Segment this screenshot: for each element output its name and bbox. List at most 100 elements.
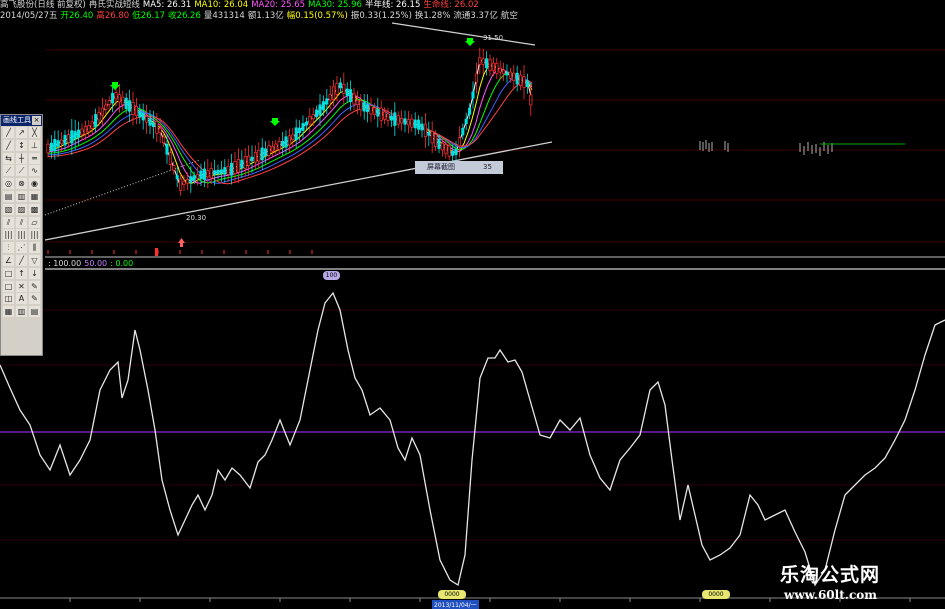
candle-body [216,169,220,175]
drawing-tool-button-29[interactable]: ⫼ [29,242,40,254]
candle-body [270,146,274,152]
drawing-tool-button-27[interactable]: ⫶ [3,242,14,254]
candle-body [226,165,230,175]
drawing-tool-button-43[interactable]: ▥ [16,306,27,318]
stock-chart-canvas[interactable] [0,0,945,609]
candle-body [206,170,210,178]
candle-body [179,178,183,191]
candle-body [338,82,342,89]
drawing-tool-button-14[interactable]: ◉ [29,178,40,190]
drawing-tool-button-28[interactable]: ⋰ [16,242,27,254]
drawing-tool-button-22[interactable]: ⫽ [16,216,27,228]
candle-body [485,58,489,69]
toolbox-titlebar[interactable]: 画线工具 × [1,115,42,126]
candle-body [196,173,200,179]
drawing-tool-button-36[interactable]: □ [3,280,14,292]
drawing-tool-button-13[interactable]: ⊗ [16,178,27,190]
toolbox-title: 画线工具 [3,116,31,124]
drawing-tool-button-25[interactable]: ||| [16,229,27,241]
candle-body [63,135,67,146]
drawing-tool-button-32[interactable]: ▽ [29,254,40,266]
drawing-tool-button-44[interactable]: ▤ [29,306,40,318]
candle-body [332,86,336,100]
candle-body [70,130,74,144]
candle-body [155,121,159,134]
candle-body [294,127,298,141]
candle-body [512,72,516,81]
candle-body [315,109,319,118]
candle-body [505,71,509,76]
candle-body [417,119,421,130]
drawing-tool-button-10[interactable]: ⟋ [16,165,27,177]
drawing-tool-button-31[interactable]: ╱ [16,254,27,266]
drawing-tool-button-6[interactable]: ⇆ [3,152,14,164]
candle-body [49,142,53,151]
drawing-tool-button-2[interactable]: ╳ [29,127,40,138]
candle-body [301,123,305,131]
drawing-tool-button-19[interactable]: ▨ [16,203,27,215]
candle-body [349,89,353,103]
candle-body [478,57,482,65]
drawing-tool-button-40[interactable]: A [16,293,27,305]
drawing-tool-button-37[interactable]: ✕ [16,280,27,292]
drawing-tool-button-35[interactable]: ↓ [29,267,40,279]
drawing-tool-button-15[interactable]: ▤ [3,190,14,202]
candle-body [515,72,519,85]
drawing-tool-button-30[interactable]: ∠ [3,254,14,266]
candle-body [97,111,101,121]
drawing-tool-button-16[interactable]: ▥ [16,190,27,202]
candle-body [437,139,441,149]
drawing-tool-button-12[interactable]: ◎ [3,178,14,190]
candle-body [413,119,417,129]
drawing-tool-button-1[interactable]: ↗ [16,127,27,138]
drawing-tool-button-34[interactable]: ↑ [16,267,27,279]
drawing-tool-button-11[interactable]: ∿ [29,165,40,177]
indicator-legend-item-1: 50.00 [84,259,108,268]
candle-body [199,170,203,180]
drawing-tool-button-18[interactable]: ▧ [3,203,14,215]
drawing-tool-button-33[interactable]: □ [3,267,14,279]
candle-body [162,136,166,144]
drawing-tool-button-39[interactable]: ◫ [3,293,14,305]
candle-body [121,96,125,105]
candle-body [427,131,431,136]
drawing-tool-button-17[interactable]: ▦ [29,190,40,202]
volume-bar [155,248,158,256]
candle-body [468,107,472,115]
drawing-tool-button-9[interactable]: ⟋ [3,165,14,177]
drawing-tool-button-23[interactable]: ▱ [29,216,40,228]
screenshot-tooltip-title: 屏幕截图 [427,163,455,171]
drawing-tool-button-3[interactable]: ╱ [3,139,14,151]
sell-signal-arrow [110,82,120,90]
drawing-toolbox[interactable]: 画线工具 × ╱ ↗ ╳ ╱ ↕ ⊥ ⇆ ┼ ═ ⟋ ⟋ ∿ ◎ ⊗ ◉ ▤ ▥ ▦ ▧ ▨ ▩ ⫽ ⫽ ▱ ||| ||| |||… [0,114,43,356]
candle-body [77,129,81,138]
candle-body [366,104,370,113]
drawing-tool-button-26[interactable]: ||| [29,229,40,241]
candle-body [141,112,145,121]
drawing-tool-button-42[interactable]: ▦ [3,306,14,318]
drawing-tool-button-4[interactable]: ↕ [16,139,27,151]
drawing-tool-button-41[interactable]: ✎ [29,293,40,305]
candle-body [420,123,424,131]
indicator-peak-tag: 100 [323,271,340,280]
candle-body [519,74,523,86]
candle-body [53,138,57,152]
candle-body [165,143,169,155]
candle-body [304,121,308,126]
candle-body [257,149,261,162]
drawing-tool-button-0[interactable]: ╱ [3,127,14,138]
drawing-tool-button-38[interactable]: ✎ [29,280,40,292]
candle-body [362,102,366,112]
candle-body [491,62,495,71]
drawing-tool-button-21[interactable]: ⫽ [3,216,14,228]
drawing-tool-button-7[interactable]: ┼ [16,152,27,164]
drawing-tool-button-5[interactable]: ⊥ [29,139,40,151]
candle-body [434,134,438,148]
candle-body [400,118,404,124]
candle-body [454,148,458,156]
drawing-tool-button-20[interactable]: ▩ [29,203,40,215]
candle-body [233,161,237,174]
toolbox-close-button[interactable]: × [32,116,41,125]
drawing-tool-button-8[interactable]: ═ [29,152,40,164]
drawing-tool-button-24[interactable]: ||| [3,229,14,241]
